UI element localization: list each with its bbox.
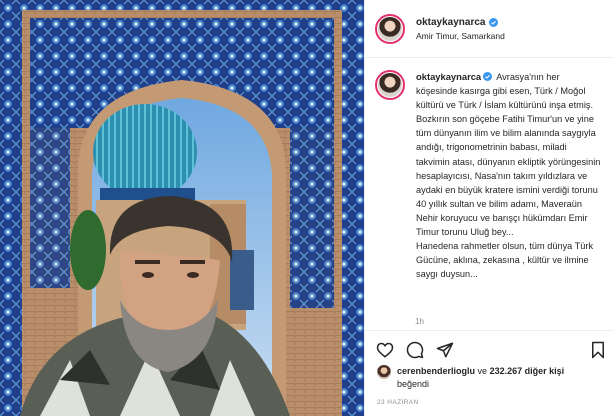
verified-badge-icon [483,72,493,81]
verified-badge-icon [488,17,498,27]
paper-plane-icon[interactable] [436,341,454,359]
post-location[interactable]: Amir Timur, Samarkand [416,31,505,41]
heart-icon[interactable] [376,341,394,359]
author-avatar[interactable] [375,13,405,44]
bookmark-icon[interactable] [589,341,607,359]
post-photo[interactable] [0,0,364,416]
likes-summary: cerenbenderlioglu ve 232.267 diğer kişi b… [377,365,612,391]
photo-selfie-at-amir-timur-mausoleum [0,0,364,416]
comment-icon[interactable] [406,341,424,359]
caption-username[interactable]: oktaykaynarca [416,71,481,82]
post-time-ago: 1h [415,317,424,326]
post-caption: oktaykaynarca Avrasya'nın her köşesinde … [416,70,602,281]
author-username[interactable]: oktaykaynarca [416,17,486,28]
post-date[interactable]: 23 HAZİRAN [377,399,419,406]
instagram-post: oktaykaynarca Amir Timur, Samarkand okta… [0,0,614,416]
post-header: oktaykaynarca Amir Timur, Samarkand [365,0,614,58]
liker-avatar[interactable] [377,365,391,379]
likes-count[interactable]: 232.267 diğer kişi [490,366,565,376]
caption-text: Avrasya'nın her köşesinde kasırga gibi e… [416,72,601,280]
caption-author-avatar[interactable] [375,70,405,100]
post-sidebar: oktaykaynarca Amir Timur, Samarkand okta… [364,0,614,416]
likes-connector: ve [477,366,488,376]
liker-username[interactable]: cerenbenderlioglu [397,366,475,376]
caption-block: oktaykaynarca Avrasya'nın her köşesinde … [375,70,611,281]
action-bar: cerenbenderlioglu ve 232.267 diğer kişi b… [365,330,614,416]
likes-suffix: beğendi [397,379,430,389]
